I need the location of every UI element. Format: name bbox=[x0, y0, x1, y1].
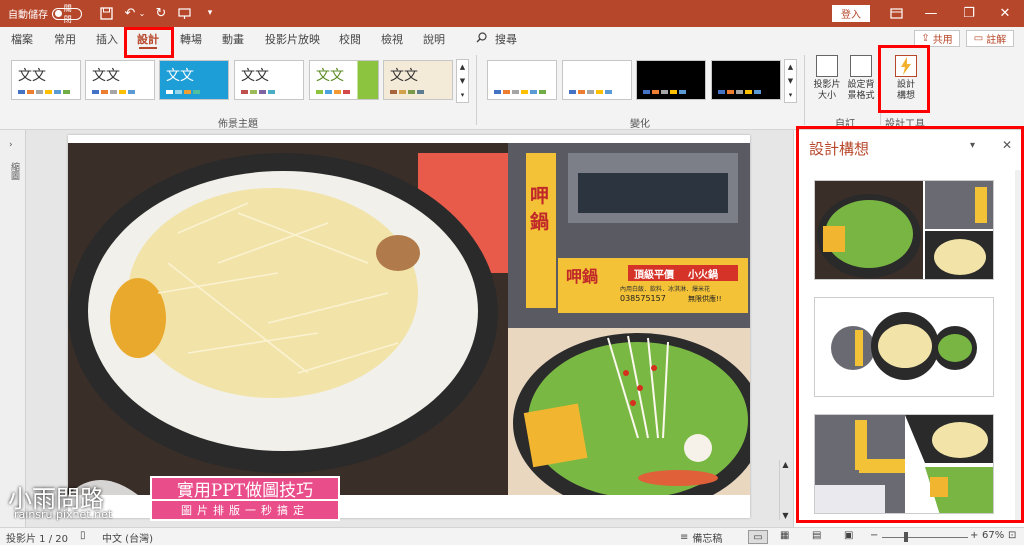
spellcheck-icon[interactable]: ▯ bbox=[80, 530, 86, 541]
design-ideas-pane: 設計構想 ▾ ✕ bbox=[793, 126, 1024, 527]
slide[interactable]: 呷鍋 呷鍋 頂級平價 小火鍋 內用白飯．飲料．冰淇淋．爆米花 038575157… bbox=[68, 135, 750, 518]
zoom-level[interactable]: 67% bbox=[982, 530, 1004, 541]
comments-button[interactable]: ▭ 註解 bbox=[966, 30, 1014, 47]
highlight-design-ideas bbox=[878, 45, 930, 113]
highlight-design-tab bbox=[124, 27, 174, 58]
prev-slide-icon[interactable]: ▲ bbox=[782, 460, 788, 469]
tab-insert[interactable]: 插入 bbox=[96, 30, 118, 48]
theme-office[interactable]: 文文 bbox=[11, 60, 81, 100]
thumbnails-pane: › 縮圖 bbox=[0, 130, 26, 527]
undo-dropdown-icon[interactable]: ⌄ bbox=[138, 4, 146, 22]
sign-banner-sub: 小火鍋 bbox=[688, 270, 718, 281]
fit-slide-icon[interactable]: ⊡ bbox=[1008, 530, 1016, 541]
photo-storefront[interactable]: 呷鍋 呷鍋 頂級平價 小火鍋 內用白飯．飲料．冰淇淋．爆米花 038575157… bbox=[508, 143, 750, 328]
autosave: 自動儲存 關閉 bbox=[8, 0, 82, 27]
redo-icon[interactable]: ↻ bbox=[152, 4, 170, 22]
format-background-button[interactable]: 設定背景格式 bbox=[844, 55, 878, 113]
variants-gallery-scroll[interactable]: ▲ ▼ ▾ bbox=[784, 59, 797, 103]
slideshow-icon[interactable]: ▣ bbox=[844, 530, 853, 541]
tab-review[interactable]: 校閱 bbox=[339, 30, 361, 48]
customize-qat-icon[interactable]: ▾ bbox=[201, 4, 219, 22]
watermark-title: 實用PPT做圖技巧 bbox=[150, 476, 340, 501]
highlight-design-pane bbox=[796, 126, 1024, 523]
signin-button[interactable]: 登入 bbox=[832, 5, 870, 22]
normal-view-icon[interactable]: ▭ bbox=[748, 530, 768, 544]
search-label: 搜尋 bbox=[495, 33, 517, 46]
theme-3[interactable]: 文文 bbox=[159, 60, 229, 100]
variant-1[interactable] bbox=[487, 60, 557, 100]
slide-size-button[interactable]: 投影片大小 bbox=[810, 55, 844, 113]
save-icon[interactable] bbox=[97, 4, 115, 22]
zoom-out-icon[interactable]: − bbox=[870, 530, 878, 541]
search-box[interactable]: 搜尋 bbox=[476, 30, 517, 48]
vertical-scrollbar[interactable]: ▲ ▼ bbox=[779, 460, 791, 520]
theme-4[interactable]: 文文 bbox=[234, 60, 304, 100]
scroll-up-icon[interactable]: ▲ bbox=[788, 63, 793, 71]
divider bbox=[476, 55, 477, 125]
tab-transitions[interactable]: 轉場 bbox=[180, 30, 202, 48]
slide-size-icon bbox=[816, 55, 838, 77]
restore-button[interactable]: ❐ bbox=[952, 0, 986, 27]
present-icon[interactable] bbox=[175, 4, 193, 22]
ribbon: 檔案 常用 插入 設計 轉場 動畫 投影片放映 校閱 檢視 說明 搜尋 ⇪ 共用 … bbox=[0, 27, 1024, 130]
sign-shop-name: 呷鍋 bbox=[530, 185, 550, 233]
more-icon[interactable]: ▾ bbox=[461, 91, 465, 99]
sign-shop-name-2: 呷鍋 bbox=[566, 267, 599, 286]
scroll-down-icon[interactable]: ▼ bbox=[460, 77, 465, 85]
minimize-button[interactable]: — bbox=[914, 0, 948, 27]
search-icon bbox=[476, 32, 487, 46]
autosave-label: 自動儲存 bbox=[8, 10, 48, 21]
tab-animations[interactable]: 動畫 bbox=[222, 30, 244, 48]
slide-sorter-icon[interactable]: ▦ bbox=[780, 530, 789, 541]
language-status[interactable]: 中文 (台灣) bbox=[102, 530, 153, 545]
zoom-in-icon[interactable]: + bbox=[970, 530, 978, 541]
next-slide-icon[interactable]: ▼ bbox=[782, 511, 788, 520]
themes-group-label: 佈景主題 bbox=[218, 119, 258, 130]
scroll-down-icon[interactable]: ▼ bbox=[788, 77, 793, 85]
watermark-site: rainsru.pixnet.net bbox=[14, 508, 113, 521]
title-bar: 自動儲存 關閉 ↶ ⌄ ↻ ▾ 登入 — ❐ ✕ bbox=[0, 0, 1024, 27]
sign-phone: 038575157 bbox=[620, 294, 666, 303]
themes-gallery-scroll[interactable]: ▲ ▼ ▾ bbox=[456, 59, 469, 103]
ribbon-display-icon[interactable] bbox=[887, 4, 905, 22]
notes-icon: ≡ bbox=[680, 532, 689, 543]
expand-thumbnails-icon[interactable]: › bbox=[9, 140, 13, 150]
variant-3[interactable] bbox=[636, 60, 706, 100]
notes-button[interactable]: ≡ 備忘稿 bbox=[680, 530, 722, 545]
tab-slideshow[interactable]: 投影片放映 bbox=[265, 30, 320, 48]
status-bar: 投影片 1 / 20 ▯ 中文 (台灣) ≡ 備忘稿 ▭ ▦ ▤ ▣ − + 67… bbox=[0, 527, 1024, 545]
share-icon: ⇪ bbox=[921, 33, 930, 44]
photo-hotpot-cheese[interactable] bbox=[68, 143, 508, 495]
watermark-subtitle: 圖片排版一秒搞定 bbox=[150, 501, 340, 521]
thumbnails-label: 縮圖 bbox=[9, 162, 19, 180]
theme-2[interactable]: 文文 bbox=[85, 60, 155, 100]
divider bbox=[804, 55, 805, 125]
sign-note: 無限供應!! bbox=[688, 295, 722, 303]
variant-4[interactable] bbox=[711, 60, 781, 100]
zoom-slider[interactable] bbox=[882, 537, 968, 538]
variant-2[interactable] bbox=[562, 60, 632, 100]
more-icon[interactable]: ▾ bbox=[789, 91, 793, 99]
autosave-toggle[interactable]: 關閉 bbox=[52, 4, 82, 24]
slide-editor: › 縮圖 呷鍋 呷鍋 頂級平價 小火鍋 內用白飯．飲料．冰淇淋．爆米花 0385… bbox=[0, 130, 793, 527]
theme-6[interactable]: 文文 bbox=[383, 60, 453, 100]
sign-banner-items: 內用白飯．飲料．冰淇淋．爆米花 bbox=[620, 286, 711, 293]
reading-view-icon[interactable]: ▤ bbox=[812, 530, 821, 541]
tab-view[interactable]: 檢視 bbox=[381, 30, 403, 48]
slide-counter: 投影片 1 / 20 bbox=[6, 534, 68, 545]
format-background-icon bbox=[850, 55, 872, 77]
tab-file[interactable]: 檔案 bbox=[11, 30, 33, 48]
comment-icon: ▭ bbox=[973, 33, 984, 44]
scroll-up-icon[interactable]: ▲ bbox=[460, 63, 465, 71]
tab-help[interactable]: 說明 bbox=[423, 30, 445, 48]
variants-group-label: 變化 bbox=[630, 119, 650, 130]
close-window-button[interactable]: ✕ bbox=[988, 0, 1022, 27]
photo-hotpot-veg[interactable] bbox=[508, 328, 750, 495]
tab-home[interactable]: 常用 bbox=[54, 30, 76, 48]
zoom-slider-thumb[interactable] bbox=[904, 532, 908, 542]
undo-icon[interactable]: ↶ bbox=[121, 4, 139, 22]
theme-5[interactable]: 文文 bbox=[309, 60, 379, 100]
sign-banner-main: 頂級平價 bbox=[634, 270, 674, 281]
